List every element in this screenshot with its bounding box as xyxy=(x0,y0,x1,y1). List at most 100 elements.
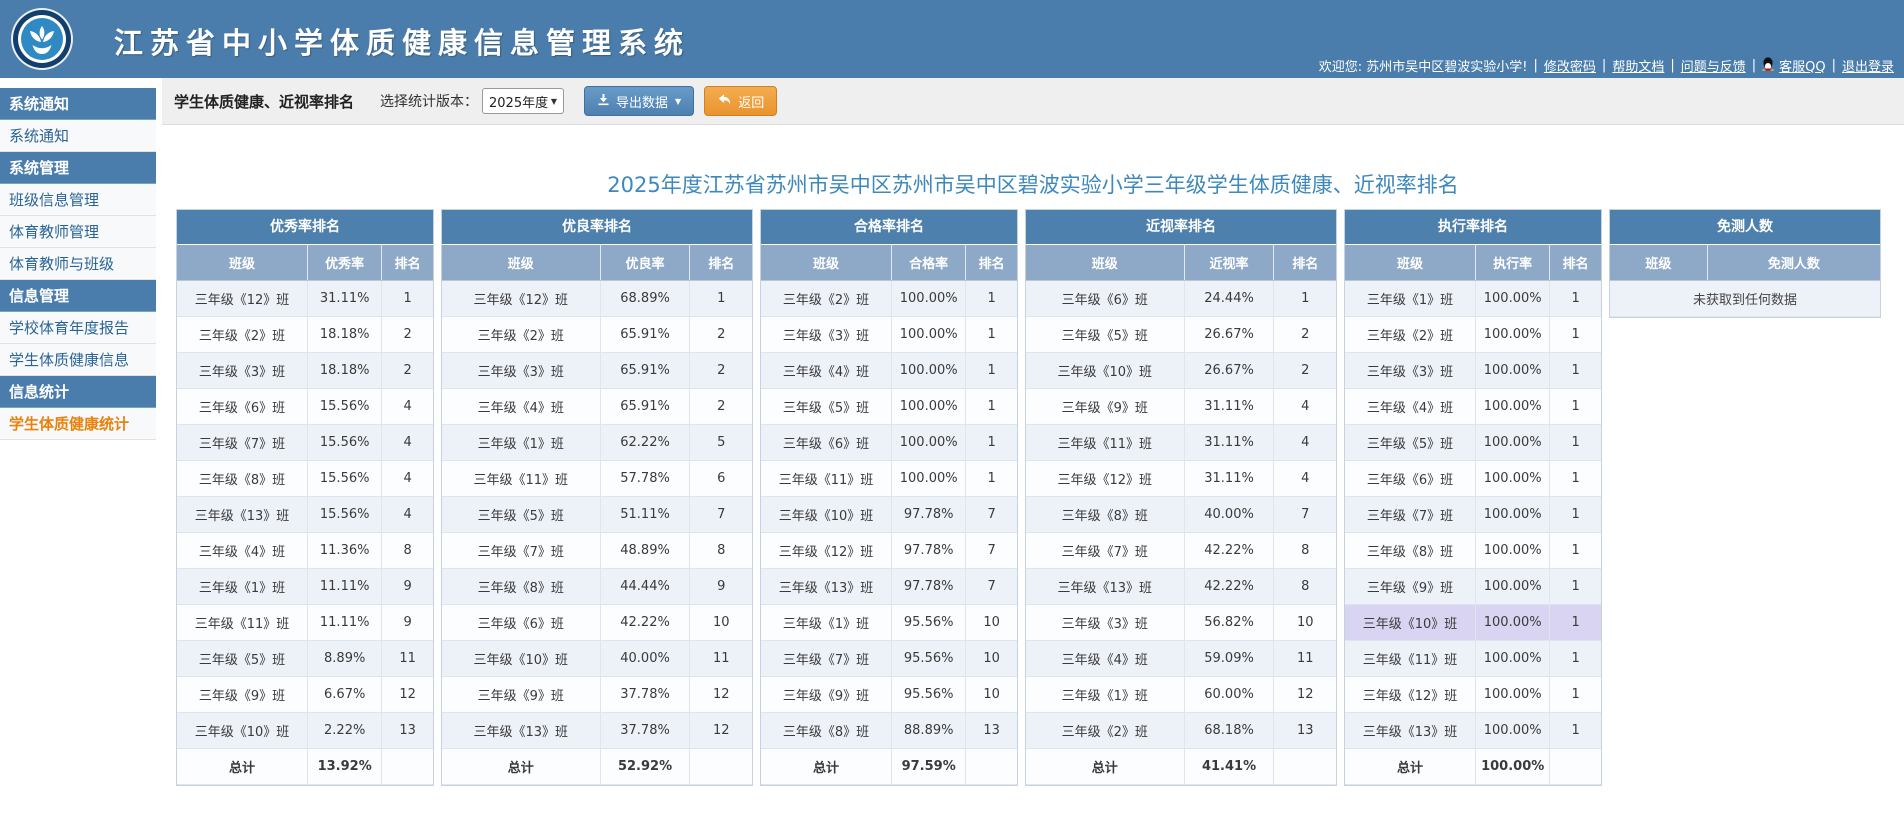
table-cell: 24.44% xyxy=(1184,281,1274,317)
table-cell: 18.18% xyxy=(308,353,382,389)
table-cell: 总计 xyxy=(177,749,308,785)
table-cell xyxy=(1550,749,1601,785)
table-cell: 31.11% xyxy=(308,281,382,317)
table-row: 三年级《3》班100.00%1 xyxy=(761,317,1017,353)
table-row: 三年级《11》班57.78%6 xyxy=(442,461,752,497)
table-cell: 三年级《5》班 xyxy=(1345,425,1476,461)
table-cell: 三年级《10》班 xyxy=(442,641,600,677)
table-cell: 97.78% xyxy=(892,569,966,605)
table-cell: 97.78% xyxy=(892,497,966,533)
table-row: 三年级《9》班100.00%1 xyxy=(1345,569,1601,605)
table-cell: 1 xyxy=(1550,353,1601,389)
version-select[interactable]: 2025年度 ▼ xyxy=(482,88,564,114)
table-cell: 8 xyxy=(1274,569,1336,605)
sidebar-item-school-pe-annual-report[interactable]: 学校体育年度报告 xyxy=(0,312,156,344)
table-cell: 42.22% xyxy=(1184,569,1274,605)
table-cell: 100.00% xyxy=(1476,317,1550,353)
table-cell: 三年级《7》班 xyxy=(1026,533,1184,569)
table-cell: 11 xyxy=(1274,641,1336,677)
table-cell: 68.18% xyxy=(1184,713,1274,749)
separator: | xyxy=(1832,58,1836,73)
table-cell: 40.00% xyxy=(1184,497,1274,533)
table-cell: 88.89% xyxy=(892,713,966,749)
table-row: 三年级《13》班37.78%12 xyxy=(442,713,752,749)
empty-message: 未获取到任何数据 xyxy=(1610,281,1880,317)
table-cell: 7 xyxy=(966,533,1017,569)
table-row: 三年级《12》班68.89%1 xyxy=(442,281,752,317)
table-cell: 68.89% xyxy=(600,281,690,317)
table-row: 三年级《4》班65.91%2 xyxy=(442,389,752,425)
export-data-button[interactable]: 导出数据 ▼ xyxy=(584,86,694,116)
table-row: 三年级《4》班59.09%11 xyxy=(1026,641,1336,677)
table-cell: 100.00% xyxy=(1476,641,1550,677)
feedback-link[interactable]: 问题与反馈 xyxy=(1681,56,1746,75)
sidebar-item-pe-teacher-mgmt[interactable]: 体育教师管理 xyxy=(0,216,156,248)
page-label: 学生体质健康、近视率排名 xyxy=(174,91,354,112)
separator: | xyxy=(1670,58,1674,73)
table-cell: 三年级《3》班 xyxy=(442,353,600,389)
version-select-value: 2025年度 xyxy=(489,92,548,111)
customer-service-qq-link[interactable]: 客服QQ xyxy=(1779,56,1825,75)
table-total-row: 总计97.59% xyxy=(761,749,1017,785)
help-doc-link[interactable]: 帮助文档 xyxy=(1612,56,1664,75)
table-cell: 11.36% xyxy=(308,533,382,569)
table-row: 三年级《12》班31.11%4 xyxy=(1026,461,1336,497)
table-myopia-rate: 近视率排名班级近视率排名三年级《6》班24.44%1三年级《5》班26.67%2… xyxy=(1025,209,1337,786)
app-title: 江苏省中小学体质健康信息管理系统 xyxy=(114,20,690,62)
back-button[interactable]: 返回 xyxy=(704,86,777,116)
table-cell: 三年级《9》班 xyxy=(1345,569,1476,605)
table-cell: 三年级《9》班 xyxy=(1026,389,1184,425)
table-cell: 1 xyxy=(1550,533,1601,569)
table-cell: 1 xyxy=(1550,713,1601,749)
table-cell: 三年级《4》班 xyxy=(177,533,308,569)
sidebar-item-class-info-mgmt[interactable]: 班级信息管理 xyxy=(0,184,156,216)
column-header: 班级 xyxy=(1610,245,1707,281)
sidebar-section-system-notice-group: 系统通知 xyxy=(0,88,156,120)
table-cell: 65.91% xyxy=(600,353,690,389)
table-cell: 11.11% xyxy=(308,605,382,641)
table-cell: 9 xyxy=(382,605,433,641)
sidebar-item-pe-teacher-class[interactable]: 体育教师与班级 xyxy=(0,248,156,280)
table-cell: 9 xyxy=(690,569,752,605)
table-total-row: 总计52.92% xyxy=(442,749,752,785)
table-cell: 三年级《12》班 xyxy=(761,533,892,569)
table-cell: 三年级《9》班 xyxy=(177,677,308,713)
toolbar: 学生体质健康、近视率排名 选择统计版本： 2025年度 ▼ 导出数据 ▼ xyxy=(162,78,1904,125)
table-cell: 100.00% xyxy=(892,461,966,497)
table-cell: 51.11% xyxy=(600,497,690,533)
table-title-good-rate: 优良率排名 xyxy=(442,210,752,244)
table-cell: 1 xyxy=(690,281,752,317)
table-cell: 4 xyxy=(382,461,433,497)
table-cell: 三年级《3》班 xyxy=(761,317,892,353)
table-cell: 12 xyxy=(382,677,433,713)
table-cell: 13 xyxy=(382,713,433,749)
sidebar-item-student-fitness-stats[interactable]: 学生体质健康统计 xyxy=(0,408,156,440)
sidebar-section-info-mgmt-group: 信息管理 xyxy=(0,280,156,312)
table-cell: 1 xyxy=(1550,497,1601,533)
table-row: 三年级《10》班100.00%1 xyxy=(1345,605,1601,641)
header-links: 欢迎您: 苏州市吴中区碧波实验小学! | 修改密码 | 帮助文档 | 问题与反馈… xyxy=(1319,56,1894,75)
table-cell: 1 xyxy=(1550,317,1601,353)
table-cell: 三年级《8》班 xyxy=(177,461,308,497)
sidebar: 系统通知系统通知系统管理班级信息管理体育教师管理体育教师与班级信息管理学校体育年… xyxy=(0,78,156,820)
table-row: 三年级《13》班97.78%7 xyxy=(761,569,1017,605)
change-password-link[interactable]: 修改密码 xyxy=(1544,56,1596,75)
table-title-myopia-rate: 近视率排名 xyxy=(1026,210,1336,244)
table-cell: 1 xyxy=(966,281,1017,317)
sidebar-section-info-stats-group: 信息统计 xyxy=(0,376,156,408)
table-cell: 三年级《6》班 xyxy=(177,389,308,425)
sidebar-item-system-notice[interactable]: 系统通知 xyxy=(0,120,156,152)
table-cell: 三年级《1》班 xyxy=(177,569,308,605)
table-cell: 2 xyxy=(1274,317,1336,353)
table-cell: 三年级《11》班 xyxy=(761,461,892,497)
table-row: 三年级《11》班11.11%9 xyxy=(177,605,433,641)
table-cell: 三年级《6》班 xyxy=(1345,461,1476,497)
table-cell: 三年级《6》班 xyxy=(442,605,600,641)
table-cell: 100.00% xyxy=(1476,389,1550,425)
sidebar-item-student-fitness-info[interactable]: 学生体质健康信息 xyxy=(0,344,156,376)
logout-link[interactable]: 退出登录 xyxy=(1842,56,1894,75)
table-cell: 97.78% xyxy=(892,533,966,569)
table-row: 三年级《11》班100.00%1 xyxy=(761,461,1017,497)
table-header-row: 班级合格率排名 xyxy=(761,245,1017,281)
table-row: 三年级《1》班62.22%5 xyxy=(442,425,752,461)
